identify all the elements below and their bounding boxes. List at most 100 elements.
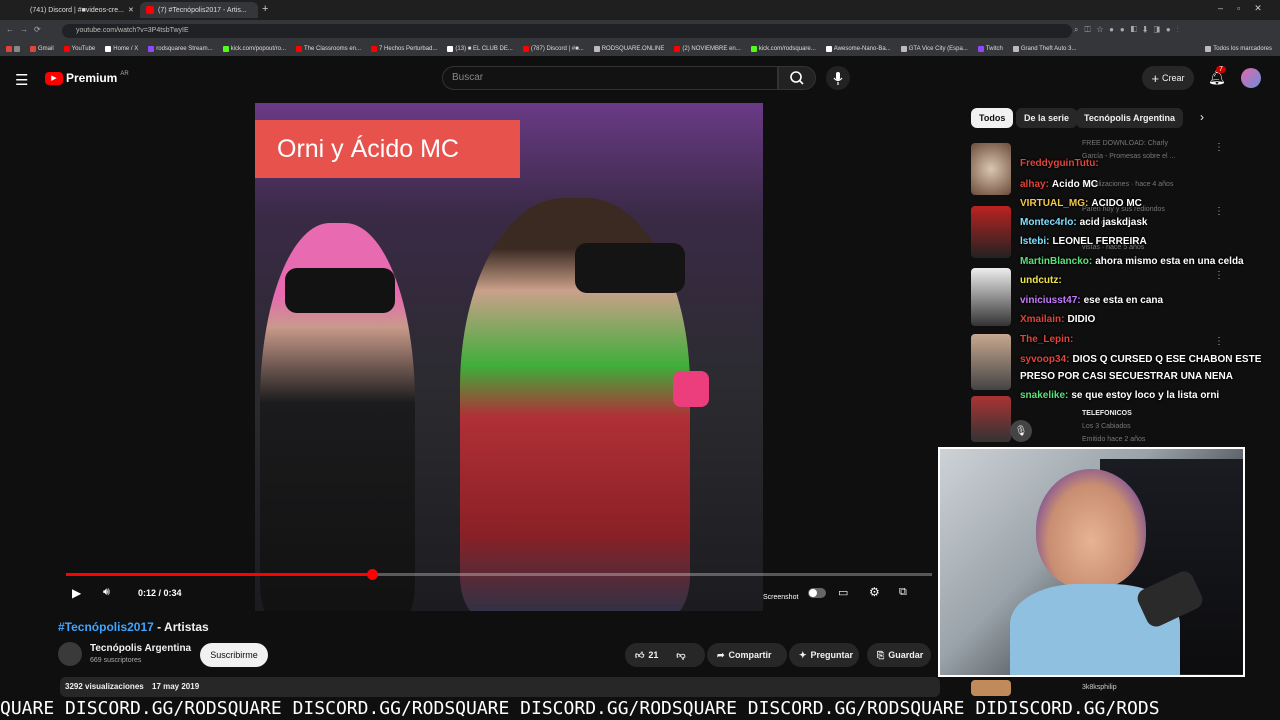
- bookmark-item[interactable]: Gmail: [30, 46, 54, 52]
- bookmark-item[interactable]: Twitch: [977, 46, 1003, 52]
- progress-track[interactable]: [66, 569, 932, 580]
- subtitles-icon[interactable]: ▭: [838, 586, 848, 599]
- search-input[interactable]: Buscar: [442, 66, 778, 90]
- chat-message: Montec4rlo: acid jaskdjask: [1020, 217, 1148, 228]
- ask-button[interactable]: ✦ Preguntar: [789, 643, 859, 667]
- subscribe-button[interactable]: Suscribirme: [200, 643, 268, 667]
- share-button[interactable]: ➦ Compartir: [707, 643, 787, 667]
- bookmark-item[interactable]: (2) NOVIEMBRE en...: [674, 46, 741, 52]
- window-controls[interactable]: –▫✕: [1218, 3, 1276, 14]
- description-box[interactable]: 3292 visualizaciones 17 may 2019: [60, 677, 940, 697]
- chat-text: PRESO POR CASI SECUESTRAR UNA NENA: [1020, 371, 1233, 382]
- channel-name[interactable]: Tecnópolis Argentina: [90, 643, 191, 654]
- thumbs-up-icon[interactable]: 👍︎: [635, 650, 644, 661]
- chip-tecnopolis[interactable]: Tecnópolis Argentina: [1076, 108, 1184, 128]
- sidebar-ghost-text: Emitido hace 2 años: [1082, 436, 1146, 443]
- nav-buttons[interactable]: ←→⟳: [6, 25, 47, 34]
- all-bookmarks[interactable]: Todos los marcadores: [1205, 46, 1272, 52]
- chat-username: VIRTUAL_MG:: [1020, 198, 1089, 209]
- chat-text: ahora mismo esta en una celda: [1095, 256, 1244, 267]
- more-options-icon[interactable]: ⋮: [1214, 206, 1224, 217]
- like-dislike-group: 👍︎ 21 👎︎: [625, 643, 705, 667]
- bookmark-item[interactable]: (787) Discord | #■...: [522, 46, 584, 52]
- share-icon: ➦: [717, 649, 725, 660]
- time-display: 0:12 / 0:34: [138, 588, 182, 598]
- bookmarks-apps-icon[interactable]: [6, 46, 20, 52]
- bookmark-item[interactable]: Grand Theft Auto 3...: [1012, 46, 1076, 52]
- youtube-logo[interactable]: ▶ Premium AR: [45, 71, 129, 85]
- menu-icon[interactable]: ☰: [15, 71, 28, 89]
- sidebar-thumbnail[interactable]: [971, 680, 1011, 696]
- more-options-icon[interactable]: ⋮: [1214, 142, 1224, 153]
- chat-message: FreddyguinTutu:: [1020, 158, 1102, 169]
- bookmark-item[interactable]: 7 Hechos Perturbad...: [371, 46, 437, 52]
- chat-username: Montec4rlo:: [1020, 217, 1077, 228]
- chat-username: FreddyguinTutu:: [1020, 158, 1099, 169]
- sparkle-icon: ✦: [799, 649, 807, 660]
- avatar[interactable]: [1241, 68, 1261, 88]
- chat-text: DIDIO: [1067, 314, 1096, 325]
- bookmark-icon: ⎘: [877, 649, 885, 660]
- new-tab-icon[interactable]: +: [262, 3, 268, 15]
- settings-gear-icon[interactable]: ⚙: [869, 585, 880, 599]
- streamer-face: [1036, 469, 1146, 589]
- browser-tab-youtube[interactable]: (7) #Tecnópolis2017 - Artis...: [140, 2, 258, 18]
- chat-text: ACIDO MC: [1091, 198, 1142, 209]
- chat-message: The_Lepin:: [1020, 334, 1076, 345]
- video-caption: Orni y Ácido MC: [255, 120, 520, 178]
- search-button[interactable]: [778, 66, 816, 90]
- like-count[interactable]: 21: [648, 650, 658, 660]
- sidebar-thumbnail[interactable]: [971, 206, 1011, 258]
- thumbs-down-icon[interactable]: 👎︎: [676, 650, 685, 661]
- bookmark-item[interactable]: (13) ■ EL CLUB DE...: [447, 46, 513, 52]
- bookmark-item[interactable]: rodsquaree Stream...: [148, 46, 213, 52]
- more-options-icon[interactable]: ⋮: [1214, 270, 1224, 281]
- chat-text: Acido MC: [1051, 179, 1099, 190]
- miniplayer-icon[interactable]: ⧉: [899, 586, 907, 599]
- screenshot-label[interactable]: Screenshot: [763, 594, 798, 601]
- sidebar-ghost-text: FREE DOWNLOAD: Charly: [1082, 140, 1168, 147]
- bookmark-item[interactable]: The Classrooms en...: [296, 46, 361, 52]
- chat-username: Xmailain:: [1020, 314, 1065, 325]
- bookmark-item[interactable]: GTA Vice City (Espa...: [900, 46, 968, 52]
- volume-icon[interactable]: 🔊︎: [103, 586, 110, 599]
- create-button[interactable]: + Crear: [1142, 66, 1194, 90]
- microphone-icon: [833, 72, 843, 85]
- upload-date: 17 may 2019: [152, 682, 200, 691]
- url-field[interactable]: youtube.com/watch?v=3P4tsbTwyIE: [62, 24, 1072, 38]
- subscriber-count: 669 suscriptores: [90, 657, 142, 664]
- chat-message: viniciusst47: ese esta en cana: [1020, 295, 1163, 306]
- more-options-icon[interactable]: ⋮: [1214, 336, 1224, 347]
- discord-ticker: QUARE DISCORD.GG/RODSQUARE DISCORD.GG/RO…: [0, 698, 1280, 720]
- chat-text: acid jaskdjask: [1079, 217, 1148, 228]
- bookmark-item[interactable]: YouTube: [63, 46, 95, 52]
- chip-de-la-serie[interactable]: De la serie: [1016, 108, 1078, 128]
- sidebar-thumbnail[interactable]: [971, 268, 1011, 326]
- tab-close-icon[interactable]: ✕: [128, 6, 134, 14]
- bookmark-item[interactable]: kick.com/rodsquare...: [750, 46, 816, 52]
- voice-search-button[interactable]: [826, 66, 850, 90]
- video-player[interactable]: [255, 103, 763, 611]
- bookmark-item[interactable]: RODSQUARE.ONLINE: [593, 46, 664, 52]
- scrubber-handle[interactable]: [366, 569, 378, 580]
- sidebar-thumbnail[interactable]: [971, 334, 1011, 390]
- webcam-overlay: [938, 447, 1245, 677]
- chevron-right-icon[interactable]: ›: [1200, 110, 1204, 124]
- progress-fill: [66, 573, 372, 576]
- bookmark-item[interactable]: Home / X: [105, 46, 138, 52]
- sidebar-thumbnail[interactable]: [971, 396, 1011, 442]
- chat-message: syvoop34: DIOS Q CURSED Q ESE CHABON ESTE: [1020, 354, 1261, 365]
- channel-avatar[interactable]: [58, 642, 82, 666]
- browser-tab-discord[interactable]: (741) Discord | #■videos-cre... ✕: [20, 2, 138, 18]
- title-hashtag[interactable]: #Tecnópolis2017: [58, 620, 154, 634]
- chip-todos[interactable]: Todos: [971, 108, 1014, 128]
- chat-text: se que estoy loco y la lista orni: [1071, 390, 1220, 401]
- autoplay-toggle[interactable]: [808, 588, 826, 598]
- bookmark-item[interactable]: kick.com/popout/ro...: [222, 46, 286, 52]
- notifications-button[interactable]: 🔔︎ 7: [1208, 66, 1226, 86]
- sidebar-thumbnail[interactable]: [971, 143, 1011, 195]
- play-button[interactable]: ▶: [72, 586, 81, 600]
- extension-icons[interactable]: ⌕◫☆●●◧⬇◨●⋮: [1074, 25, 1185, 35]
- bookmark-item[interactable]: Awesome-Nano-Ba...: [825, 46, 891, 52]
- save-button[interactable]: ⎘ Guardar: [867, 643, 931, 667]
